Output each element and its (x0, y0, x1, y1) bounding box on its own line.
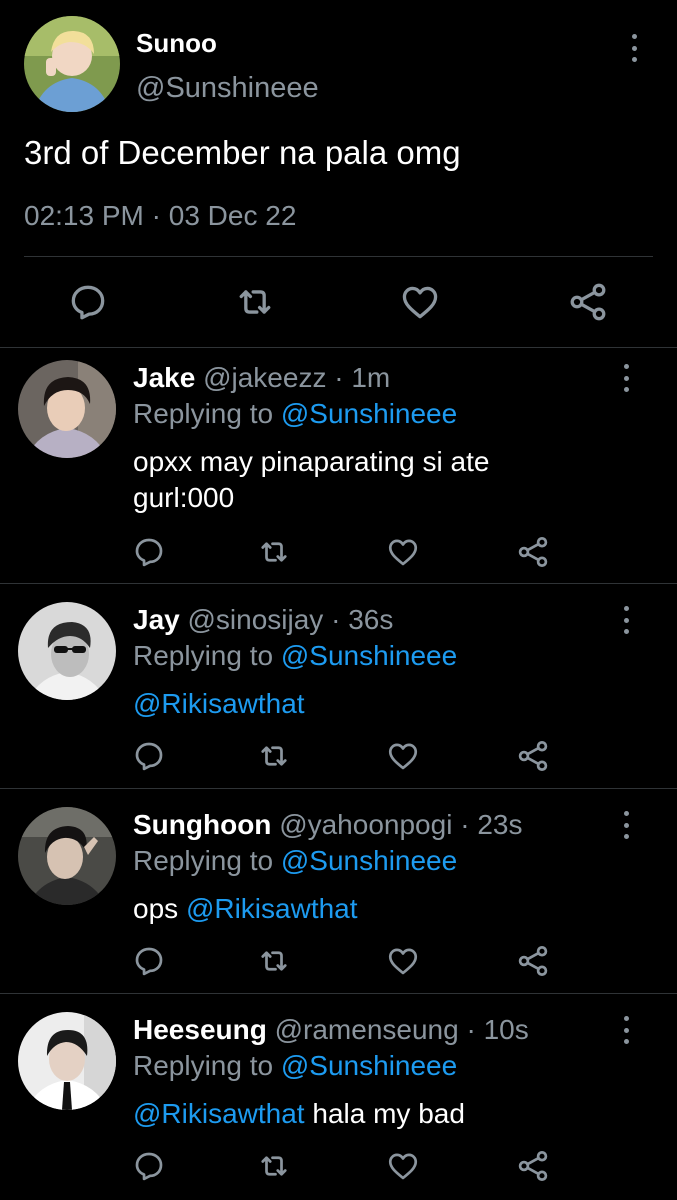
author-handle[interactable]: @Sunshineee (136, 72, 319, 105)
retweet-icon[interactable] (233, 280, 277, 324)
reply-text: opxx may pinaparating si ate gurl:000 (133, 446, 490, 513)
avatar[interactable] (18, 602, 116, 700)
share-icon[interactable] (515, 1148, 551, 1184)
author-name[interactable]: Sunoo (136, 28, 217, 59)
share-icon[interactable] (566, 280, 610, 324)
reply-icon[interactable] (131, 1148, 167, 1184)
retweet-icon[interactable] (256, 943, 292, 979)
reply-age: 36s (348, 604, 394, 635)
author-handle[interactable]: @yahoonpogi (279, 809, 452, 840)
replying-to: Replying to @Sunshineee (133, 845, 457, 877)
mention-link[interactable]: @Rikisawthat (186, 893, 358, 924)
separator: · (466, 1014, 476, 1045)
reply-text: ops @Rikisawthat (133, 891, 563, 927)
reply-age: 23s (477, 809, 523, 840)
like-icon[interactable] (385, 738, 421, 774)
author-handle[interactable]: @jakeezz (203, 362, 326, 393)
like-icon[interactable] (385, 1148, 421, 1184)
author-handle[interactable]: @sinosijay (188, 604, 324, 635)
reply-icon[interactable] (66, 280, 110, 324)
replying-to: Replying to @Sunshineee (133, 1050, 457, 1082)
reply-text-suffix: hala my bad (312, 1098, 465, 1129)
mention-link[interactable]: @Sunshineee (281, 1050, 457, 1081)
retweet-icon[interactable] (256, 1148, 292, 1184)
author-name[interactable]: Jake (133, 362, 195, 393)
author-name[interactable]: Jay (133, 604, 180, 635)
more-vertical-icon[interactable] (618, 1016, 634, 1044)
separator: · (334, 362, 344, 393)
author-name[interactable]: Sunghoon (133, 809, 271, 840)
more-vertical-icon[interactable] (618, 811, 634, 839)
divider (0, 993, 677, 994)
share-icon[interactable] (515, 738, 551, 774)
author-handle[interactable]: @ramenseung (275, 1014, 459, 1045)
more-vertical-icon[interactable] (626, 34, 642, 62)
replying-prefix: Replying to (133, 398, 274, 429)
avatar[interactable] (18, 360, 116, 458)
share-icon[interactable] (515, 943, 551, 979)
replying-prefix: Replying to (133, 640, 274, 671)
mention-link[interactable]: @Sunshineee (281, 845, 457, 876)
reply-text: @Rikisawthat (133, 686, 563, 722)
author-name[interactable]: Heeseung (133, 1014, 267, 1045)
reply-text: @Rikisawthat hala my bad (133, 1096, 563, 1132)
more-vertical-icon[interactable] (618, 606, 634, 634)
reply-icon[interactable] (131, 534, 167, 570)
replying-to: Replying to @Sunshineee (133, 398, 457, 430)
mention-link[interactable]: @Rikisawthat (133, 1098, 305, 1129)
reply-age: 1m (351, 362, 391, 393)
reply-icon[interactable] (131, 738, 167, 774)
divider (0, 788, 677, 789)
reply-age: 10s (483, 1014, 529, 1045)
mention-link[interactable]: @Rikisawthat (133, 688, 305, 719)
retweet-icon[interactable] (256, 534, 292, 570)
separator: · (331, 604, 341, 635)
retweet-icon[interactable] (256, 738, 292, 774)
mention-link[interactable]: @Sunshineee (281, 398, 457, 429)
main-tweet: Sunoo @Sunshineee 3rd of December na pal… (0, 0, 677, 347)
replying-to: Replying to @Sunshineee (133, 640, 457, 672)
replying-prefix: Replying to (133, 845, 274, 876)
like-icon[interactable] (385, 943, 421, 979)
like-icon[interactable] (385, 534, 421, 570)
avatar[interactable] (24, 16, 120, 112)
tweet-time: 02:13 PM (24, 200, 144, 231)
separator: · (151, 200, 161, 231)
reply-header: Jake @jakeezz · 1m (133, 362, 390, 394)
tweet-date: 03 Dec 22 (168, 200, 297, 231)
divider (24, 256, 653, 257)
avatar[interactable] (18, 807, 116, 905)
tweet-text: 3rd of December na pala omg (24, 134, 461, 171)
more-vertical-icon[interactable] (618, 364, 634, 392)
replying-prefix: Replying to (133, 1050, 274, 1081)
avatar[interactable] (18, 1012, 116, 1110)
reply-icon[interactable] (131, 943, 167, 979)
reply-tweet[interactable]: Jake @jakeezz · 1m Replying to @Sunshine… (0, 348, 677, 583)
mention-link[interactable]: @Sunshineee (281, 640, 457, 671)
tweet-timestamp: 02:13 PM · 03 Dec 22 (24, 200, 296, 232)
reply-header: Jay @sinosijay · 36s (133, 604, 393, 636)
reply-text-prefix: ops (133, 893, 179, 924)
divider (0, 583, 677, 584)
reply-tweet[interactable]: Sunghoon @yahoonpogi · 23s Replying to @… (0, 795, 677, 993)
reply-tweet[interactable]: Jay @sinosijay · 36s Replying to @Sunshi… (0, 590, 677, 788)
reply-header: Sunghoon @yahoonpogi · 23s (133, 809, 522, 841)
like-icon[interactable] (398, 280, 442, 324)
share-icon[interactable] (515, 534, 551, 570)
reply-tweet[interactable]: Heeseung @ramenseung · 10s Replying to @… (0, 1000, 677, 1200)
separator: · (460, 809, 470, 840)
reply-header: Heeseung @ramenseung · 10s (133, 1014, 529, 1046)
